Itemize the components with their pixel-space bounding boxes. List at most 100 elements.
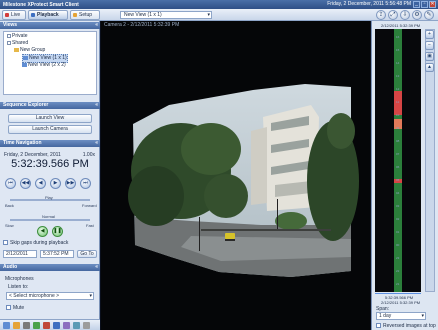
views-header[interactable]: Views « [0, 22, 100, 29]
skip-gaps-option[interactable]: Skip gaps during playback [3, 240, 68, 246]
video-viewport[interactable]: Camera 2 - 2/12/2011 5:32:39 PM [101, 21, 370, 330]
camera-icon[interactable] [3, 322, 10, 329]
span-select[interactable]: 1 day ▾ [376, 312, 426, 320]
hour-label: 22 [396, 269, 400, 273]
first-frame-button[interactable]: ⏮ [5, 178, 16, 189]
reversed-option[interactable]: Reversed images at top [376, 323, 436, 329]
launch-view-button[interactable]: Launch View [8, 114, 92, 123]
hour-label: 07 [396, 152, 400, 156]
sequence-title: Sequence Explorer [3, 102, 49, 108]
browser-icon[interactable] [73, 322, 80, 329]
maximize-button[interactable]: ▫ [421, 1, 428, 8]
last-frame-button[interactable]: ⏭ [80, 178, 91, 189]
hour-label: 06 [396, 165, 400, 169]
sequence-header[interactable]: Sequence Explorer « [0, 102, 100, 109]
tree-label: Private [12, 33, 28, 39]
tree-item-shared[interactable]: Shared [7, 40, 28, 47]
hour-label: 04 [396, 191, 400, 195]
view-icon [22, 62, 27, 67]
hour-label: 11 [396, 100, 400, 104]
launch-camera-button[interactable]: Launch Camera [8, 125, 92, 134]
minimize-button[interactable]: _ [413, 1, 420, 8]
chevron-down-icon: ▾ [421, 313, 424, 319]
views-tree: Private Shared New Group New View (1 x 1… [3, 31, 97, 95]
tools-icon[interactable]: ✎ [424, 10, 434, 20]
speed-slider[interactable] [10, 219, 90, 221]
tree-item-private[interactable]: Private [7, 33, 28, 40]
fullscreen-icon[interactable]: ⤢ [388, 10, 398, 20]
pause-button[interactable]: ❚❚ [52, 226, 63, 237]
tab-live[interactable]: Live [2, 10, 26, 20]
print-icon[interactable] [23, 322, 30, 329]
hour-label: 12 [396, 87, 400, 91]
hour-label: 05 [396, 178, 400, 182]
tab-playback-label: Playback [37, 12, 59, 18]
live-icon [5, 13, 9, 17]
audio-header[interactable]: Audio « [0, 264, 100, 271]
microphones-label: Microphones [5, 276, 34, 282]
mute-option[interactable]: Mute [6, 305, 24, 311]
hour-label: 21 [396, 282, 400, 286]
timeline-top-label: 2/12/2011 5:32:39 PM [381, 23, 421, 28]
tree-item-new-view-2x2[interactable]: New View (2 x 2) [22, 62, 66, 69]
lock-icon[interactable]: ▲ [425, 63, 434, 72]
span-select-value: 1 day [379, 313, 392, 319]
step-forward-button[interactable]: ▶▶ [65, 178, 76, 189]
slider-slow-label: Slow [5, 223, 14, 228]
skip-gaps-checkbox[interactable] [3, 240, 8, 246]
views-title: Views [3, 22, 18, 28]
zoom-in-icon[interactable]: + [425, 30, 434, 39]
search-icon[interactable] [63, 322, 70, 329]
main-toolbar: Live Playback Setup New View (1 x 1) ▾ ⇪… [0, 9, 438, 21]
date-field[interactable]: 2/12/2011 [3, 250, 37, 258]
playback-time: 5:32:39.566 PM [11, 158, 89, 170]
tree-label: New Group [20, 47, 46, 53]
timeline-side-rail: + − ▣ ▲ [425, 29, 435, 292]
slider-normal-label: Normal [42, 214, 55, 219]
mute-label: Mute [13, 305, 25, 311]
tab-playback[interactable]: Playback [28, 10, 68, 20]
camera-select-icon[interactable]: ▣ [425, 52, 434, 61]
map-icon[interactable] [33, 322, 40, 329]
settings-icon[interactable]: ⚙ [412, 10, 422, 20]
step-back-button[interactable]: ◀◀ [20, 178, 31, 189]
collapse-icon: « [95, 102, 98, 108]
download-icon[interactable]: ⇩ [400, 10, 410, 20]
hour-label: 14 [396, 61, 400, 65]
hour-label: 15 [396, 48, 400, 52]
reverse-play-button[interactable]: ◀ [37, 226, 48, 237]
hour-label: 23 [396, 256, 400, 260]
prev-frame-button[interactable]: ◀ [35, 178, 46, 189]
mute-checkbox[interactable] [6, 305, 11, 311]
slider-back-label: Back [5, 203, 14, 208]
setup-icon [73, 13, 77, 17]
tree-item-new-group[interactable]: New Group [14, 47, 45, 54]
microphone-select[interactable]: < Select microphone > ▾ [6, 292, 94, 300]
alarm-icon[interactable] [13, 322, 20, 329]
hour-label: 16 [396, 35, 400, 39]
bookmark-icon[interactable] [53, 322, 60, 329]
more-icon[interactable] [83, 322, 90, 329]
chevron-down-icon: ▾ [207, 12, 210, 18]
view-icon [23, 55, 28, 60]
export-icon[interactable]: ⇪ [376, 10, 386, 20]
playback-icon [31, 13, 35, 17]
close-button[interactable]: ✕ [429, 1, 436, 8]
time-field[interactable]: 5:37:52 PM [40, 250, 74, 258]
zoom-out-icon[interactable]: − [425, 41, 434, 50]
time-nav-header[interactable]: Time Navigation « [0, 140, 100, 147]
view-select[interactable]: New View (1 x 1) ▾ [120, 11, 212, 19]
toolbar-icons: ⇪ ⤢ ⇩ ⚙ ✎ [376, 10, 434, 20]
record-icon[interactable] [43, 322, 50, 329]
reversed-checkbox[interactable] [376, 323, 381, 329]
timeline-cursor[interactable] [375, 293, 421, 294]
tab-setup[interactable]: Setup [70, 10, 100, 20]
go-to-button[interactable]: Go To [77, 250, 97, 258]
hour-label: 01 [396, 230, 400, 234]
tree-label: Shared [12, 40, 29, 46]
time-nav-title: Time Navigation [3, 140, 42, 146]
hour-label: 02 [396, 217, 400, 221]
skip-gaps-label: Skip gaps during playback [10, 240, 69, 246]
microphone-select-value: < Select microphone > [9, 293, 60, 299]
next-frame-button[interactable]: ▶ [50, 178, 61, 189]
